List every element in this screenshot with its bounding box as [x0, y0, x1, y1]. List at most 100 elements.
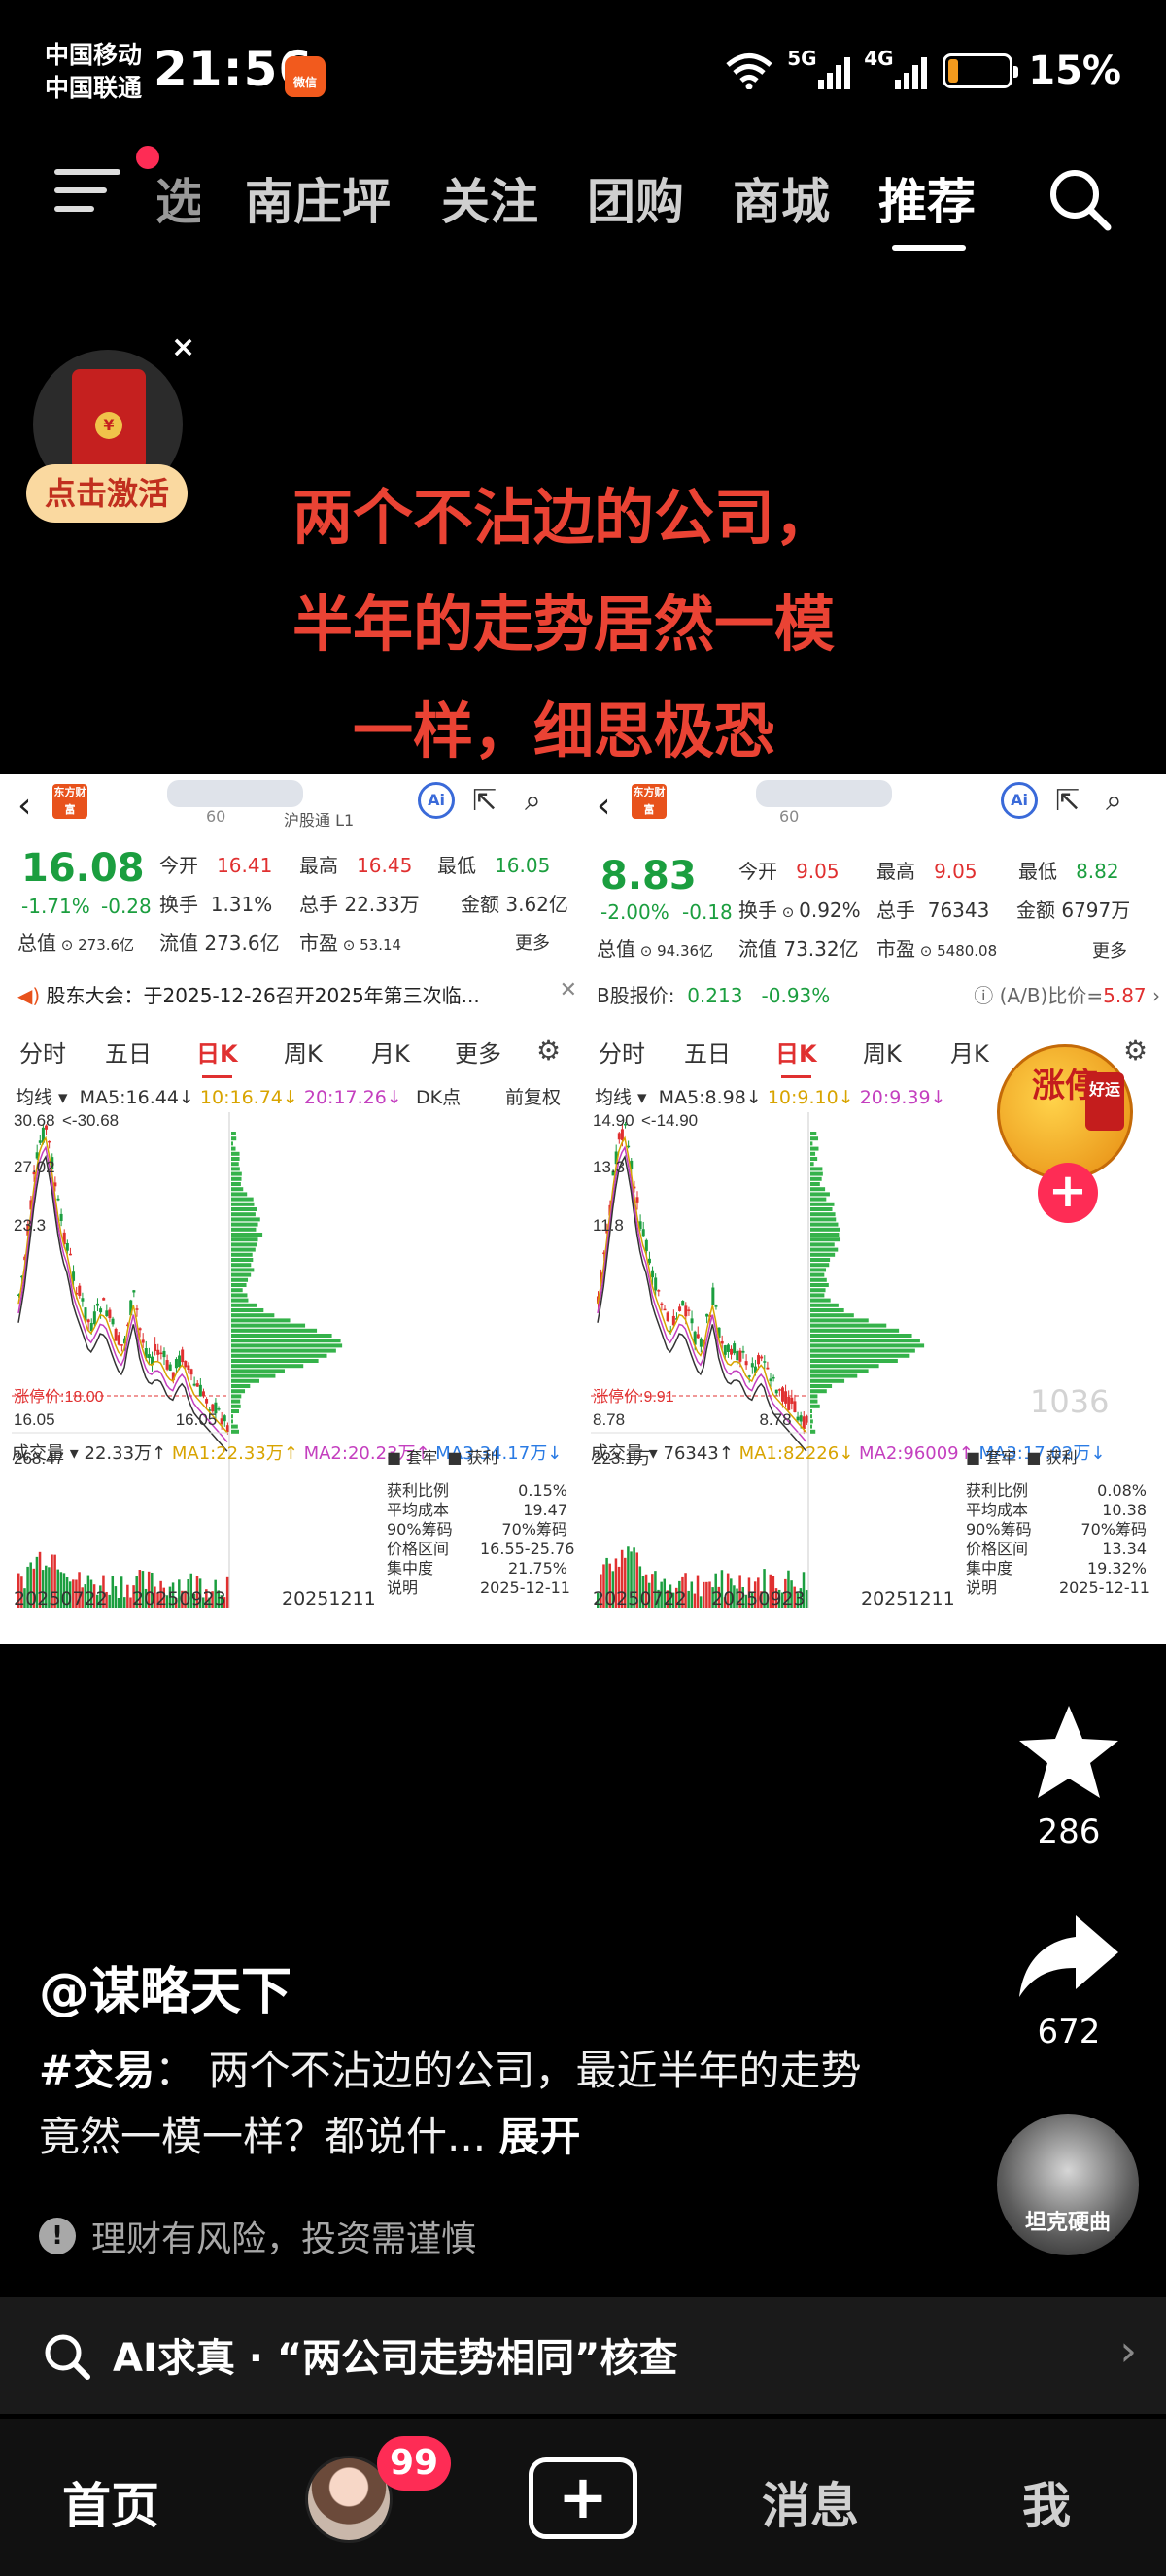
- chip-stat-value: 2025-12-11: [1059, 1578, 1149, 1597]
- search-icon[interactable]: [1046, 165, 1114, 233]
- menu-icon[interactable]: [54, 169, 120, 223]
- red-packet-close-icon[interactable]: ×: [171, 330, 195, 364]
- chip-stat-label: 说明: [387, 1578, 419, 1597]
- stock-chart-screenshots: ‹ 东方财富 60 沪股通 L1 Ai ⇱ ⌕ 16.08 -1.71% -0.…: [0, 774, 1166, 1644]
- tab-recommend[interactable]: 推荐: [878, 163, 976, 233]
- chip-bar: [810, 1233, 840, 1237]
- tab-mall[interactable]: 商城: [733, 163, 830, 233]
- high: 最高 16.45: [299, 854, 413, 877]
- date-3: 20251211: [861, 1588, 955, 1610]
- chip-bar: [810, 1328, 900, 1333]
- chip-bar: [810, 1414, 812, 1419]
- candle-body: [198, 1384, 202, 1397]
- date-2: 20250923: [711, 1588, 806, 1610]
- candle-body: [195, 1383, 199, 1387]
- nav-home[interactable]: 首页: [62, 2467, 159, 2537]
- nav-messages[interactable]: 消息: [762, 2467, 859, 2537]
- chip-bar: [810, 1353, 910, 1358]
- chip-bar: [810, 1146, 819, 1151]
- chip-bar: [231, 1151, 240, 1156]
- high-marker-label: <-14.90: [641, 1112, 698, 1130]
- candle-body: [154, 1343, 157, 1352]
- more-link: 更多: [1092, 941, 1127, 962]
- high-marker-label: <-30.68: [62, 1112, 119, 1130]
- tab-partial[interactable]: 选: [155, 163, 200, 233]
- volume-bar: [126, 1584, 129, 1608]
- chip-bar: [810, 1313, 854, 1318]
- chip-bar: [231, 1399, 241, 1404]
- music-disc-avatar[interactable]: 坦克硬曲: [997, 2114, 1139, 2255]
- candle-body: [68, 1253, 72, 1256]
- chip-bar: [810, 1334, 912, 1338]
- candle-body: [78, 1285, 82, 1296]
- chip-bar: [810, 1187, 826, 1192]
- pe: 市盈 ⊙ 5480.08: [876, 937, 998, 961]
- chip-bar: [231, 1283, 247, 1287]
- chip-stat-row: 说明 2025-12-11: [966, 1575, 1149, 1598]
- candle-body: [796, 1416, 800, 1421]
- chip-bar: [810, 1308, 844, 1312]
- ma-legend: 均线 ▾ MA5:8.98↓ 10:9.10↓ 20:9.39↓: [595, 1087, 946, 1108]
- candle-body: [617, 1133, 621, 1140]
- settings-gear-icon: ⚙: [536, 1034, 562, 1067]
- star-icon[interactable]: [1015, 1702, 1122, 1803]
- chip-bar: [810, 1237, 841, 1242]
- candle-body: [156, 1349, 160, 1355]
- favorite-action[interactable]: 286: [1001, 1702, 1137, 1851]
- change-abs: -0.18: [682, 900, 733, 924]
- nav-me[interactable]: 我: [1022, 2467, 1071, 2537]
- friends-badge: 99: [377, 2436, 451, 2491]
- chip-bar: [231, 1409, 240, 1413]
- tab-nanzhuangping[interactable]: 南庄坪: [245, 163, 391, 233]
- chip-bar: [810, 1136, 819, 1141]
- float-cap: 流值 73.32亿: [738, 937, 859, 961]
- candle-body: [220, 1418, 223, 1425]
- candle-body: [720, 1340, 724, 1344]
- volume-bar: [111, 1576, 115, 1608]
- chip-bar: [231, 1328, 318, 1333]
- chip-bar: [810, 1157, 818, 1161]
- candle-body: [117, 1335, 120, 1345]
- high: 最高 9.05: [876, 860, 977, 883]
- volume-bar: [696, 1575, 700, 1608]
- y-tick-label: 13.3: [593, 1158, 625, 1176]
- chip-bar: [810, 1227, 840, 1232]
- date-2: 20250923: [132, 1588, 226, 1610]
- create-post-button[interactable]: +: [529, 2457, 637, 2539]
- chip-bar: [231, 1298, 249, 1303]
- candle-body: [687, 1309, 691, 1311]
- change-pct: -1.71%: [21, 895, 90, 918]
- chip-bar: [231, 1293, 248, 1298]
- app-logo-icon: 东方财富: [632, 784, 667, 819]
- follow-button[interactable]: +: [1038, 1163, 1098, 1223]
- coin-icon: ¥: [95, 412, 122, 439]
- chip-bar: [810, 1394, 818, 1399]
- ai-fact-check-bar[interactable]: AI求真 · “两公司走势相同”核查 ›: [0, 2297, 1166, 2414]
- chip-bar: [231, 1394, 242, 1399]
- candle-body: [159, 1352, 163, 1355]
- tab-group-buy[interactable]: 团购: [587, 163, 684, 233]
- candle-body: [663, 1308, 667, 1311]
- chip-bar: [231, 1157, 240, 1161]
- chip-bar: [231, 1237, 258, 1242]
- chip-bar: [231, 1419, 233, 1424]
- hashtag[interactable]: #交易: [39, 2047, 154, 2094]
- chip-bar: [231, 1353, 327, 1358]
- chip-bar: [231, 1222, 258, 1227]
- share-action[interactable]: 672: [1001, 1910, 1137, 2051]
- music-label: 坦克硬曲: [1024, 2211, 1111, 2235]
- chip-bar: [231, 1334, 332, 1338]
- chip-bar: [810, 1141, 813, 1146]
- open: 今开 9.05: [738, 860, 840, 883]
- adjust-label: 前复权: [505, 1087, 562, 1108]
- tab-follow[interactable]: 关注: [441, 163, 538, 233]
- like-heart-icon[interactable]: ♥: [1016, 1274, 1133, 1381]
- author-handle[interactable]: @谋略天下: [39, 1950, 292, 2023]
- volume-bar: [123, 1597, 126, 1608]
- favorite-count: 286: [1037, 1813, 1101, 1851]
- chip-bar: [810, 1202, 835, 1206]
- expand-link[interactable]: 展开: [498, 2113, 580, 2160]
- share-arrow-icon[interactable]: [1015, 1910, 1122, 2003]
- carrier-2: 中国联通: [45, 74, 143, 102]
- candle-body: [772, 1376, 775, 1379]
